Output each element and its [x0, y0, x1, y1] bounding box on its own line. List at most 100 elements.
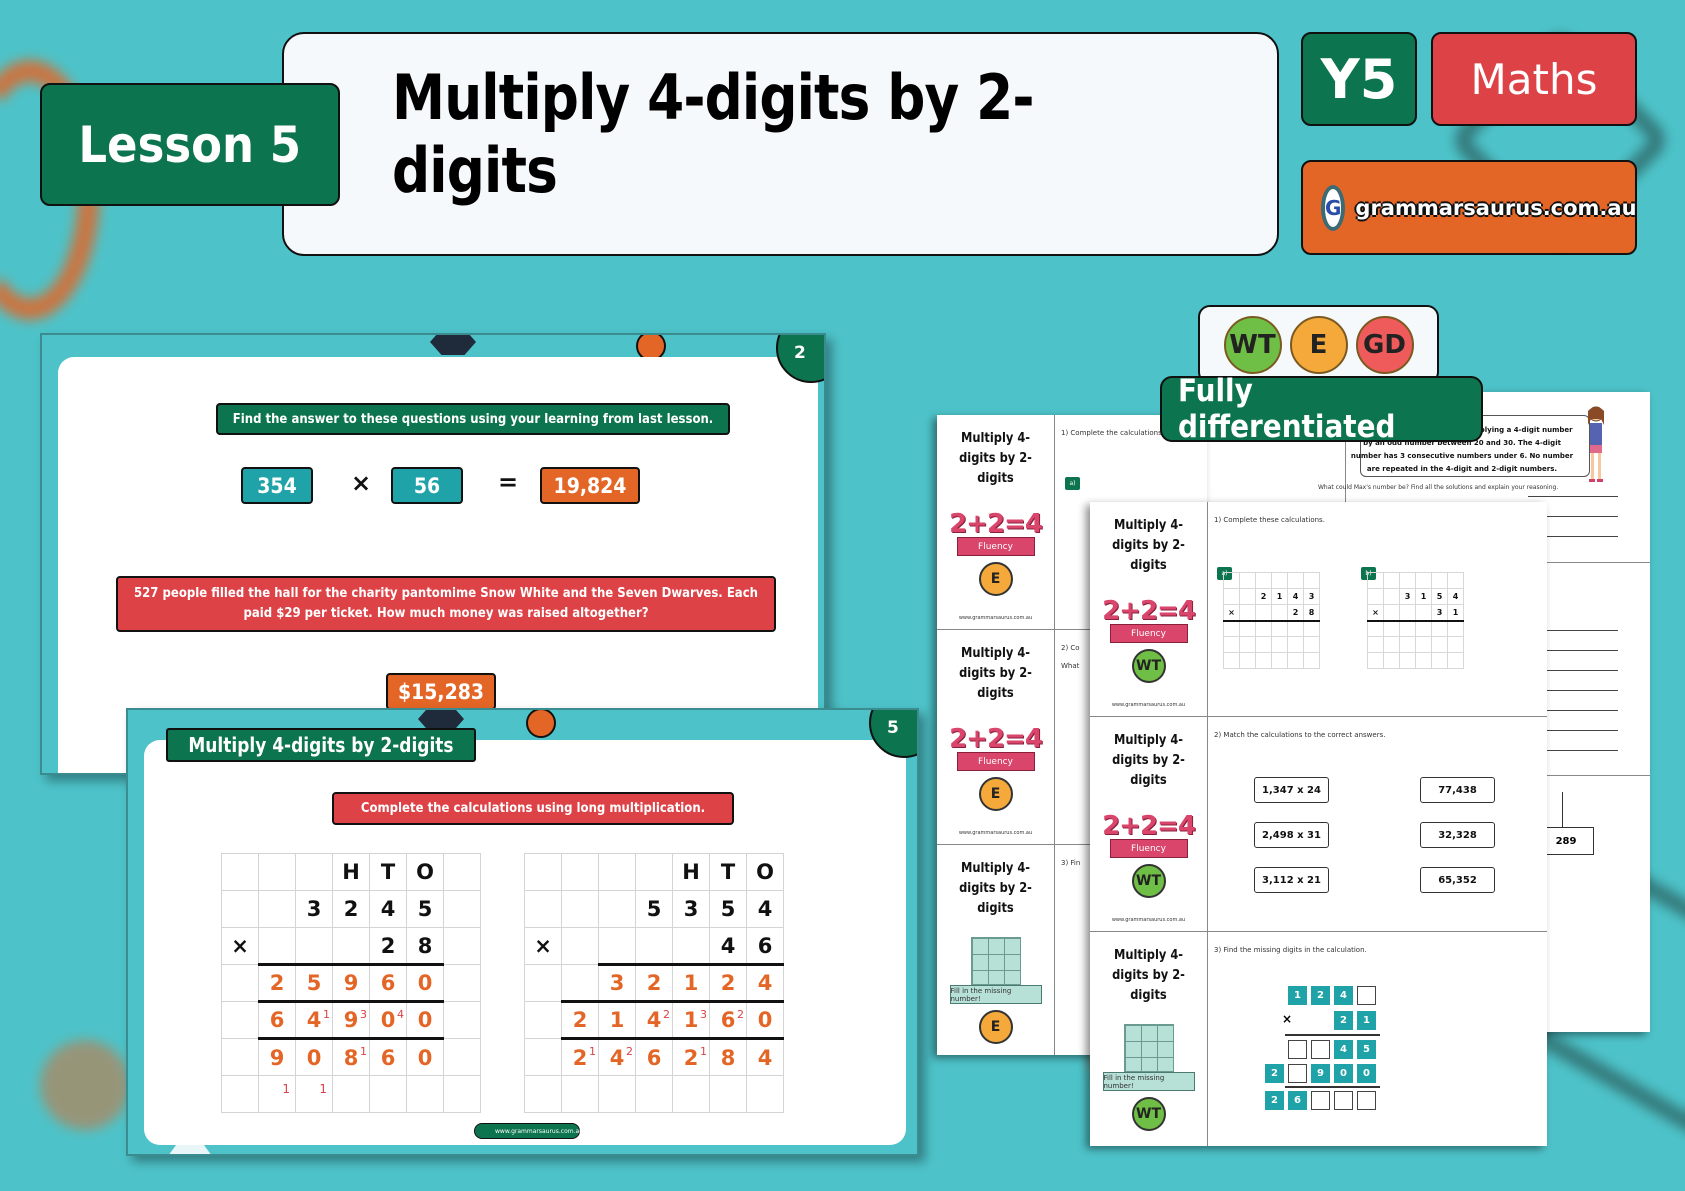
grid-cell[interactable]	[1431, 652, 1448, 669]
subject-label: Maths	[1470, 54, 1598, 104]
grid-cell[interactable]	[1431, 619, 1448, 637]
grid-cell[interactable]	[1415, 572, 1432, 589]
match-calculation[interactable]: 1,347 x 24	[1254, 777, 1329, 803]
missing-digit-box[interactable]	[1334, 1091, 1353, 1110]
grid-cell[interactable]	[1367, 572, 1384, 589]
grid-cell[interactable]	[1223, 572, 1240, 589]
grid-cell[interactable]	[1383, 652, 1400, 669]
grid-cell[interactable]	[1399, 636, 1416, 653]
grid-cell[interactable]: 4	[1287, 588, 1304, 605]
grid-cell[interactable]: ×	[1367, 604, 1384, 621]
grid-cell[interactable]: 2	[1255, 588, 1272, 605]
grid-cell[interactable]	[1271, 604, 1288, 621]
grid-cell[interactable]	[1271, 572, 1288, 589]
missing-digit-box[interactable]	[1288, 1040, 1307, 1059]
grid-cell[interactable]	[1271, 636, 1288, 653]
grid-cell[interactable]	[1383, 572, 1400, 589]
fully-differentiated-label: Fully differentiated	[1177, 373, 1396, 445]
grid-cell[interactable]	[1303, 636, 1320, 653]
grid-cell	[672, 1075, 710, 1113]
grid-cell[interactable]: ×	[1223, 604, 1240, 621]
grid-cell[interactable]	[1383, 604, 1400, 621]
grid-cell[interactable]	[1383, 636, 1400, 653]
grid-cell[interactable]	[1367, 636, 1384, 653]
grid-cell[interactable]	[1223, 636, 1240, 653]
grid-cell[interactable]	[1271, 619, 1288, 637]
grid-cell[interactable]: 3	[1399, 588, 1416, 605]
grid-cell[interactable]	[1239, 636, 1256, 653]
grid-cell[interactable]	[1287, 619, 1304, 637]
grid-cell[interactable]	[1271, 652, 1288, 669]
grid-cell[interactable]: 3	[1431, 604, 1448, 621]
grid-cell[interactable]	[1399, 572, 1416, 589]
grid-cell[interactable]: 1	[1271, 588, 1288, 605]
grid-cell[interactable]	[1239, 588, 1256, 605]
brand-badge[interactable]: G grammarsaurus.com.au	[1301, 160, 1637, 255]
missing-digit-box[interactable]	[1357, 1091, 1376, 1110]
grid-cell[interactable]	[1367, 652, 1384, 669]
grid-cell[interactable]	[1415, 619, 1432, 637]
grid-cell[interactable]: 2	[1287, 604, 1304, 621]
grid-cell[interactable]: 3	[1303, 588, 1320, 605]
grid-cell[interactable]	[1303, 619, 1320, 637]
missing-digit-box[interactable]	[1311, 1091, 1330, 1110]
grid-cell[interactable]	[1367, 588, 1384, 605]
grid-cell[interactable]: 1	[1415, 588, 1432, 605]
grid-cell[interactable]	[1415, 604, 1432, 621]
grid-cell[interactable]	[1447, 652, 1464, 669]
missing-digit-box[interactable]	[1311, 1040, 1330, 1059]
grid-cell[interactable]: 5	[1431, 588, 1448, 605]
grid-cell[interactable]	[1303, 652, 1320, 669]
grid-cell[interactable]	[1255, 619, 1272, 637]
worksheet-working-towards: Multiply 4-digits by 2-digits 2+2=4 Fluen…	[1090, 502, 1547, 1146]
missing-digit-box[interactable]	[1357, 986, 1376, 1005]
grid-cell[interactable]	[1255, 604, 1272, 621]
grid-cell[interactable]	[1239, 572, 1256, 589]
grid-cell[interactable]	[1287, 572, 1304, 589]
grid-cell: 0	[295, 1037, 333, 1076]
grid-cell[interactable]: 1	[1447, 604, 1464, 621]
grid-cell: 9	[332, 963, 370, 1002]
grid-cell[interactable]	[1287, 636, 1304, 653]
grid-row: × 2 8	[221, 927, 481, 965]
grid-cell[interactable]: 8	[1303, 604, 1320, 621]
grid-cell[interactable]	[1223, 619, 1240, 637]
grid-cell	[443, 1001, 481, 1039]
grid-cell[interactable]	[1447, 619, 1464, 637]
grid-cell[interactable]	[1303, 572, 1320, 589]
grid-cell[interactable]	[1223, 652, 1240, 669]
grid-cell[interactable]	[1399, 652, 1416, 669]
match-calculation[interactable]: 2,498 x 31	[1254, 822, 1329, 848]
grid-cell: ×	[524, 927, 562, 965]
grid-cell[interactable]	[1415, 652, 1432, 669]
grid-cell	[221, 890, 259, 928]
grid-cell: 1	[598, 1000, 636, 1039]
match-calculation[interactable]: 3,112 x 21	[1254, 867, 1329, 893]
grid-cell[interactable]	[1239, 652, 1256, 669]
carry-digit: 4	[397, 1008, 404, 1021]
grid-cell[interactable]	[1447, 636, 1464, 653]
grid-cell[interactable]	[1255, 572, 1272, 589]
grid-cell[interactable]	[1399, 619, 1416, 637]
grid-cell[interactable]	[1431, 572, 1448, 589]
footer-url[interactable]: www.grammarsaurus.com.au	[474, 1123, 583, 1139]
grid-cell[interactable]	[1367, 619, 1384, 637]
grid-cell[interactable]	[1399, 604, 1416, 621]
grid-cell[interactable]	[1383, 619, 1400, 637]
grid-cell[interactable]	[1255, 652, 1272, 669]
match-answer[interactable]: 77,438	[1420, 777, 1495, 803]
grid-cell[interactable]	[1415, 636, 1432, 653]
grid-cell[interactable]	[1383, 588, 1400, 605]
grid-cell[interactable]	[1431, 636, 1448, 653]
grid-cell[interactable]	[1255, 636, 1272, 653]
grid-cell[interactable]	[1447, 572, 1464, 589]
grid-cell[interactable]: 4	[1447, 588, 1464, 605]
grid-cell[interactable]	[1287, 652, 1304, 669]
grid-cell[interactable]	[1223, 588, 1240, 605]
grid-cell[interactable]	[1239, 619, 1256, 637]
carry-digit: 1	[282, 1082, 290, 1096]
match-answer[interactable]: 65,352	[1420, 867, 1495, 893]
missing-digit-box[interactable]	[1288, 1064, 1307, 1083]
grid-cell[interactable]	[1239, 604, 1256, 621]
match-answer[interactable]: 32,328	[1420, 822, 1495, 848]
